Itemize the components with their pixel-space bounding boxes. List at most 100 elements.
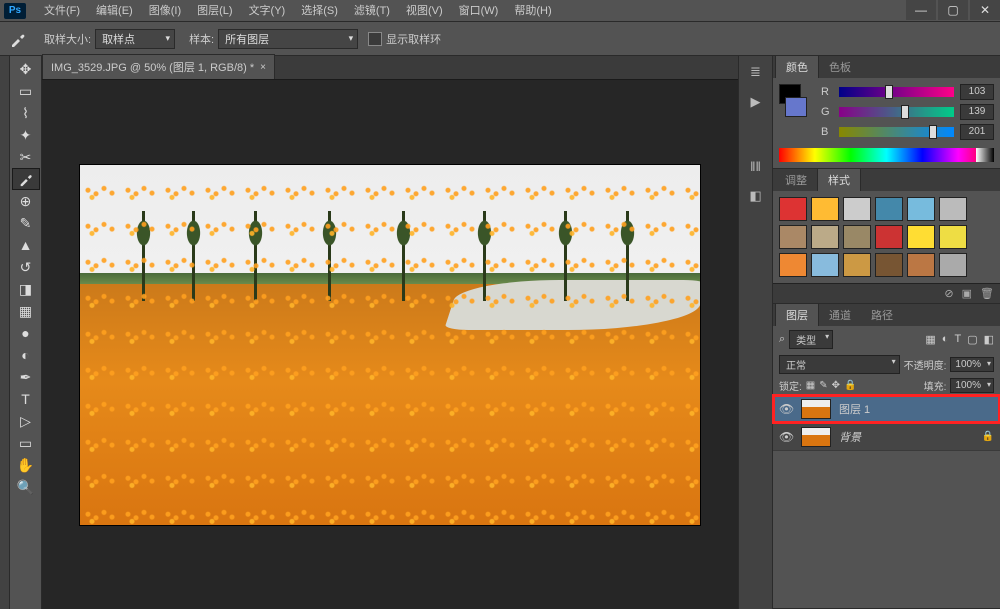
wand-tool[interactable]: ✦ [12, 124, 40, 146]
filter-smart-icon[interactable]: ◧ [984, 333, 994, 346]
tab-styles[interactable]: 样式 [817, 168, 861, 191]
document-tab[interactable]: IMG_3529.JPG @ 50% (图层 1, RGB/8) * × [42, 54, 275, 79]
history-brush-tool[interactable]: ↺ [12, 256, 40, 278]
style-swatch[interactable] [811, 197, 839, 221]
close-button[interactable]: ✕ [970, 0, 1000, 20]
eyedropper-tool[interactable] [12, 168, 40, 190]
style-swatch[interactable] [875, 253, 903, 277]
left-collapse-strip[interactable] [0, 56, 10, 609]
tab-swatches[interactable]: 色板 [819, 56, 861, 78]
lock-paint-icon[interactable]: ✎ [819, 380, 827, 391]
r-value[interactable]: 103 [960, 84, 994, 100]
menu-select[interactable]: 选择(S) [293, 0, 346, 22]
eyedropper-tool-icon[interactable] [4, 27, 32, 51]
b-slider[interactable] [839, 127, 954, 137]
canvas-area[interactable] [42, 80, 738, 609]
tab-paths[interactable]: 路径 [861, 304, 903, 326]
style-swatch[interactable] [939, 253, 967, 277]
style-swatch[interactable] [811, 225, 839, 249]
tab-channels[interactable]: 通道 [819, 304, 861, 326]
style-swatch[interactable] [875, 197, 903, 221]
menu-image[interactable]: 图像(I) [141, 0, 189, 22]
tab-layers[interactable]: 图层 [775, 303, 819, 326]
marquee-tool[interactable]: ▭ [12, 80, 40, 102]
blur-tool[interactable]: ● [12, 322, 40, 344]
style-swatch[interactable] [843, 197, 871, 221]
show-ring-checkbox[interactable] [368, 32, 382, 46]
style-swatch[interactable] [907, 197, 935, 221]
layer-thumbnail[interactable] [801, 427, 831, 447]
style-swatch[interactable] [811, 253, 839, 277]
g-slider[interactable] [839, 107, 954, 117]
menu-type[interactable]: 文字(Y) [241, 0, 294, 22]
history-icon[interactable]: ≣ [746, 64, 766, 80]
filter-shape-icon[interactable]: ▢ [967, 333, 977, 346]
b-value[interactable]: 201 [960, 124, 994, 140]
visibility-icon[interactable]: 👁 [779, 430, 793, 444]
style-swatch[interactable] [939, 225, 967, 249]
fill-value[interactable]: 100% [950, 378, 994, 393]
style-swatch[interactable] [843, 253, 871, 277]
sample-select[interactable]: 所有图层 [218, 29, 358, 49]
kind-select[interactable]: 类型 [789, 330, 833, 349]
path-select-tool[interactable]: ▷ [12, 410, 40, 432]
blend-mode-select[interactable]: 正常 [779, 355, 900, 374]
document-tab-close[interactable]: × [260, 62, 266, 73]
play-icon[interactable]: ▶ [746, 94, 766, 110]
zoom-tool[interactable]: 🔍 [12, 476, 40, 498]
heal-tool[interactable]: ⊕ [12, 190, 40, 212]
styles-new-icon[interactable]: ▣ [962, 287, 972, 300]
g-value[interactable]: 139 [960, 104, 994, 120]
lock-pos-icon[interactable]: ✥ [832, 380, 840, 391]
menu-filter[interactable]: 滤镜(T) [346, 0, 398, 22]
layer-thumbnail[interactable] [801, 399, 831, 419]
style-swatch[interactable] [939, 197, 967, 221]
filter-adjust-icon[interactable]: ◐ [942, 333, 949, 346]
style-swatch[interactable] [779, 225, 807, 249]
properties-icon[interactable]: ◧ [746, 188, 766, 204]
minimize-button[interactable]: — [906, 0, 936, 20]
style-swatch[interactable] [779, 197, 807, 221]
dodge-tool[interactable]: ◐ [12, 344, 40, 366]
layer-row-background[interactable]: 👁 背景 🔒 [773, 423, 1000, 451]
menu-edit[interactable]: 编辑(E) [88, 0, 141, 22]
gradient-tool[interactable]: ▦ [12, 300, 40, 322]
background-swatch[interactable] [785, 97, 807, 117]
lock-trans-icon[interactable]: ▦ [806, 380, 815, 391]
filter-pixel-icon[interactable]: ▦ [925, 333, 935, 346]
maximize-button[interactable]: ▢ [938, 0, 968, 20]
styles-none-icon[interactable]: ⊘ [944, 287, 953, 300]
menu-layer[interactable]: 图层(L) [189, 0, 240, 22]
brushes-icon[interactable]: ‖‖ [746, 158, 766, 174]
style-swatch[interactable] [779, 253, 807, 277]
menu-view[interactable]: 视图(V) [398, 0, 451, 22]
tab-color[interactable]: 颜色 [775, 55, 819, 78]
filter-text-icon[interactable]: T [954, 333, 961, 346]
styles-delete-icon[interactable]: 🗑 [980, 287, 994, 300]
menu-help[interactable]: 帮助(H) [506, 0, 559, 22]
r-slider[interactable] [839, 87, 954, 97]
style-swatch[interactable] [907, 253, 935, 277]
crop-tool[interactable]: ✂ [12, 146, 40, 168]
stamp-tool[interactable]: ▲ [12, 234, 40, 256]
layer-row-layer1[interactable]: 👁 图层 1 [773, 395, 1000, 423]
menu-file[interactable]: 文件(F) [36, 0, 88, 22]
shape-tool[interactable]: ▭ [12, 432, 40, 454]
color-spectrum[interactable] [779, 148, 994, 162]
lasso-tool[interactable]: ⌇ [12, 102, 40, 124]
eraser-tool[interactable]: ◨ [12, 278, 40, 300]
opacity-value[interactable]: 100% [950, 357, 994, 372]
move-tool[interactable]: ✥ [12, 58, 40, 80]
style-swatch[interactable] [907, 225, 935, 249]
menu-window[interactable]: 窗口(W) [451, 0, 507, 22]
brush-tool[interactable]: ✎ [12, 212, 40, 234]
style-swatch[interactable] [843, 225, 871, 249]
hand-tool[interactable]: ✋ [12, 454, 40, 476]
sample-size-select[interactable]: 取样点 [95, 29, 175, 49]
tab-adjustments[interactable]: 调整 [775, 169, 817, 191]
pen-tool[interactable]: ✒ [12, 366, 40, 388]
style-swatch[interactable] [875, 225, 903, 249]
text-tool[interactable]: T [12, 388, 40, 410]
fg-bg-swatches[interactable] [779, 84, 807, 117]
lock-all-icon[interactable]: 🔒 [844, 380, 856, 391]
